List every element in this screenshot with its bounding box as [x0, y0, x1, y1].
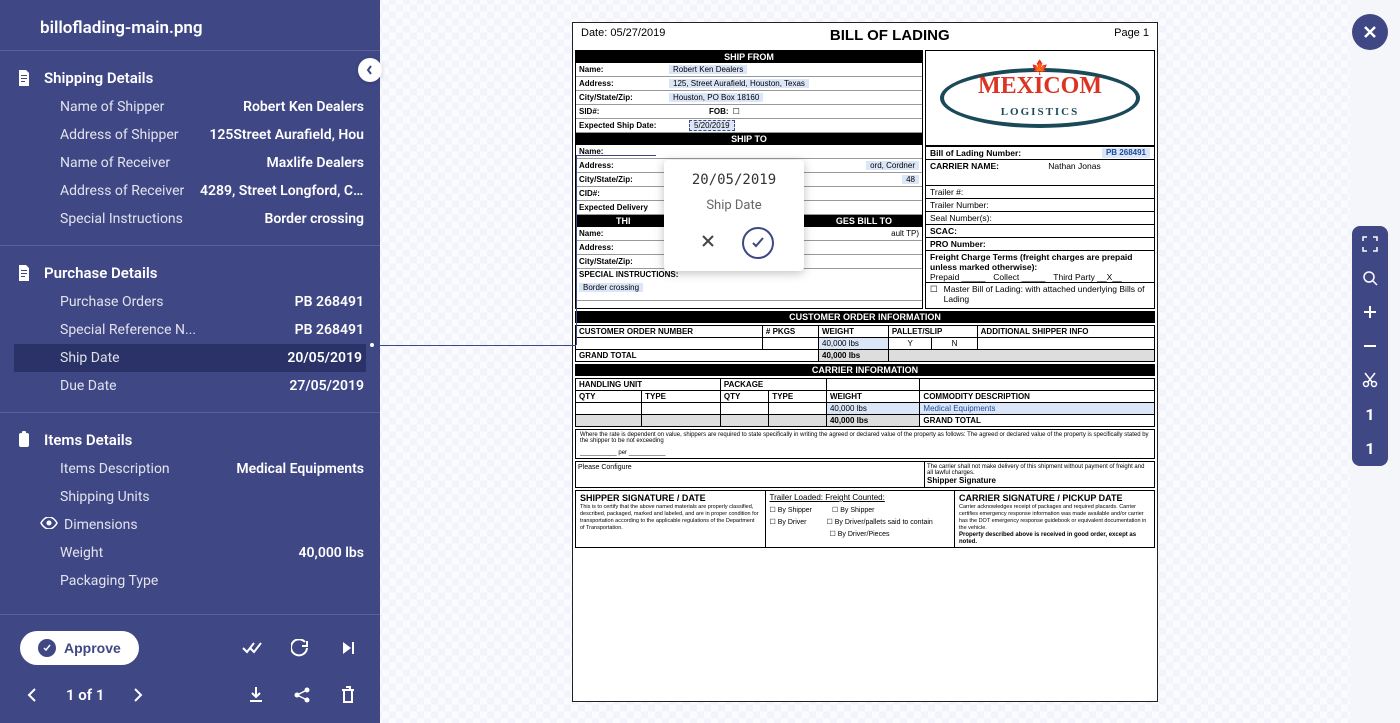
document-preview[interactable]: Date: 05/27/2019 BILL OF LADING Page 1 S…: [572, 22, 1158, 702]
field-row-ship-date[interactable]: Ship Date20/05/2019: [14, 344, 366, 372]
section-title: Items Details: [44, 431, 132, 449]
section-title: Shipping Details: [44, 69, 153, 87]
next-page-button[interactable]: [126, 683, 150, 707]
share-button[interactable]: [290, 683, 314, 707]
filename: billoflading-main.png: [0, 0, 380, 50]
customer-order-table: CUSTOMER ORDER NUMBER# PKGSWEIGHTPALLET/…: [575, 325, 1155, 362]
field-row[interactable]: Shipping Units: [0, 483, 380, 511]
section-title: Purchase Details: [44, 264, 157, 282]
carrier-info-table: HANDLING UNITPACKAGE QTYTYPEQTYTYPEWEIGH…: [575, 378, 1155, 427]
field-row[interactable]: Weight40,000 lbs: [0, 539, 380, 567]
sidebar-footer: Approve 1 of 1: [0, 614, 380, 723]
fullscreen-button[interactable]: [1360, 234, 1380, 254]
section-items: Items Details Items DescriptionMedical E…: [0, 412, 380, 607]
delete-button[interactable]: [336, 683, 360, 707]
page-indicator: 1 of 1: [66, 686, 104, 704]
field-row[interactable]: Address of Shipper125Street Aurafield, H…: [0, 121, 380, 149]
logo: 🍁 MEXICOMLOGISTICS: [925, 50, 1155, 146]
popup-confirm-button[interactable]: [742, 227, 774, 259]
check-circle-icon: [38, 639, 56, 657]
document-icon: [16, 69, 34, 87]
search-button[interactable]: [1360, 268, 1380, 288]
field-row[interactable]: Special Reference N...PB 268491: [0, 316, 380, 344]
zoom-out-button[interactable]: [1360, 336, 1380, 356]
field-row[interactable]: Name of ReceiverMaxlife Dealers: [0, 149, 380, 177]
pager: 1 of 1: [20, 683, 150, 707]
check-all-button[interactable]: [240, 636, 264, 660]
field-row[interactable]: Dimensions: [0, 511, 380, 539]
approve-button[interactable]: Approve: [20, 631, 139, 665]
close-button[interactable]: [1352, 14, 1388, 50]
field-row[interactable]: Address of Receiver4289, Street Longford…: [0, 177, 380, 205]
popup-label: Ship Date: [676, 198, 792, 213]
field-row[interactable]: Packaging Type: [0, 567, 380, 595]
badge-2[interactable]: 1: [1360, 438, 1380, 458]
field-row[interactable]: Name of ShipperRobert Ken Dealers: [0, 93, 380, 121]
doc-title: BILL OF LADING: [830, 27, 950, 44]
section-shipping: Shipping Details Name of ShipperRobert K…: [0, 50, 380, 245]
section-purchase: Purchase Details Purchase OrdersPB 26849…: [0, 245, 380, 412]
document-icon: [16, 264, 34, 282]
prev-page-button[interactable]: [20, 683, 44, 707]
field-row[interactable]: Purchase OrdersPB 268491: [0, 288, 380, 316]
collapse-sidebar-button[interactable]: [358, 58, 382, 82]
right-toolbar: 1 1: [1352, 226, 1388, 466]
popup-cancel-button[interactable]: [694, 227, 722, 255]
field-popup: 20/05/2019 Ship Date: [664, 160, 804, 271]
field-row[interactable]: Due Date27/05/2019: [0, 372, 380, 400]
clipboard-icon: [16, 431, 34, 449]
badge-1[interactable]: 1: [1360, 404, 1380, 424]
cut-button[interactable]: [1360, 370, 1380, 390]
skip-next-button[interactable]: [336, 636, 360, 660]
zoom-in-button[interactable]: [1360, 302, 1380, 322]
popup-value: 20/05/2019: [676, 172, 792, 188]
field-row[interactable]: Items DescriptionMedical Equipments: [0, 455, 380, 483]
download-button[interactable]: [244, 683, 268, 707]
eye-icon: [40, 517, 58, 533]
canvas[interactable]: Date: 05/27/2019 BILL OF LADING Page 1 S…: [380, 0, 1350, 723]
sidebar: billoflading-main.png Shipping Details N…: [0, 0, 380, 723]
refresh-button[interactable]: [288, 636, 312, 660]
field-row[interactable]: Special InstructionsBorder crossing: [0, 205, 380, 233]
